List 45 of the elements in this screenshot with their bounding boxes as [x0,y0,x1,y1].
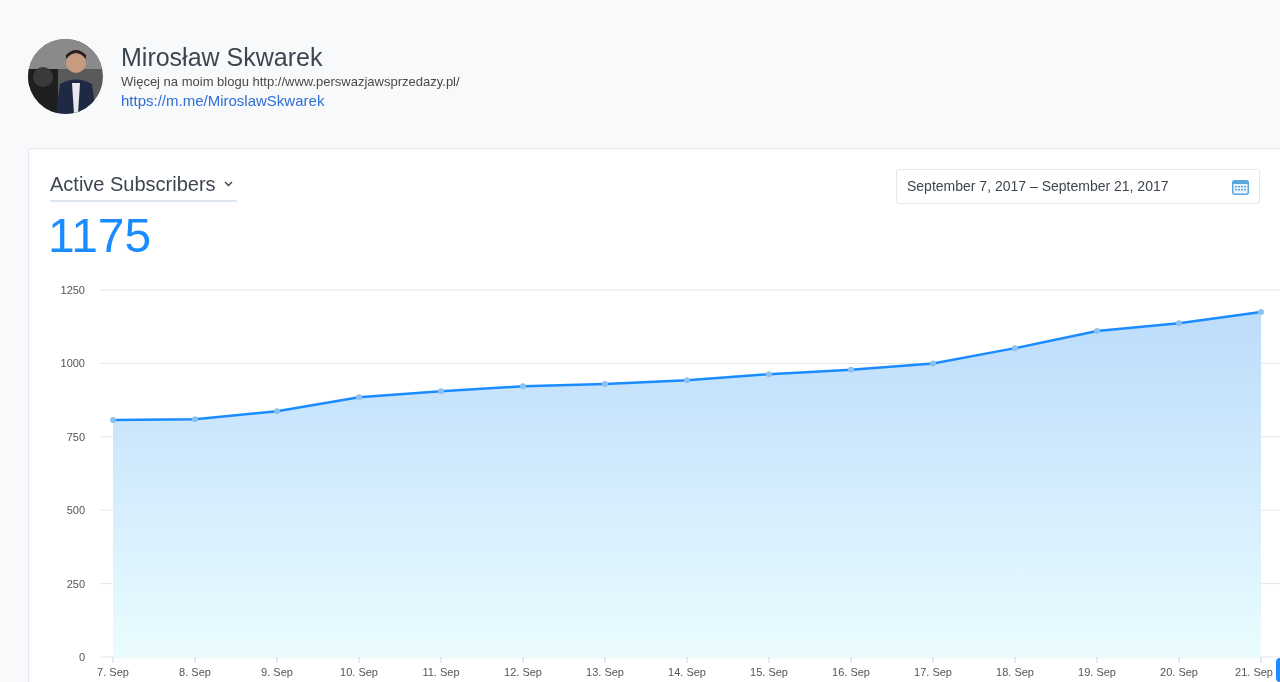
floating-button[interactable] [1276,658,1280,682]
x-axis-label: 9. Sep [261,666,293,678]
x-axis-label: 7. Sep [97,666,129,678]
data-point [1258,309,1264,315]
y-axis-label: 1000 [60,357,85,370]
x-axis-label: 12. Sep [504,666,542,678]
x-axis-label: 8. Sep [179,666,211,678]
x-axis-label: 18. Sep [996,666,1034,678]
data-point [848,366,854,373]
y-axis-label: 500 [66,504,85,517]
calendar-icon [1232,178,1249,195]
x-axis-label: 14. Sep [668,666,706,678]
metric-value: 1175 [47,208,152,264]
x-axis-label: 19. Sep [1078,666,1116,678]
x-axis-label: 21. Sep [1235,666,1273,678]
x-axis-label: 16. Sep [832,666,870,678]
profile-name: Mirosław Skwarek [121,42,324,73]
data-point [192,416,198,423]
data-point [1176,320,1182,327]
chevron-down-icon [223,181,233,187]
data-point [520,383,526,390]
y-axis-label: 250 [66,577,85,590]
x-axis-label: 11. Sep [422,666,460,678]
x-axis-label: 20. Sep [1160,666,1198,678]
data-point [274,408,280,415]
data-point [930,360,936,367]
profile-description: Więcej na moim blogu http://www.perswazjawsprzedazy.pl/ [121,73,460,91]
x-axis-label: 15. Sep [750,666,788,678]
y-axis-label: 750 [66,430,85,443]
data-point [438,388,444,395]
y-axis-label: 0 [78,651,85,663]
data-point [1094,328,1100,335]
data-point [1012,345,1018,352]
data-point [766,371,772,378]
metric-dropdown[interactable]: Active Subscribers [50,169,237,202]
data-point [602,380,608,387]
x-axis-label: 10. Sep [340,666,378,678]
y-axis-label: 1250 [60,284,85,296]
data-point [684,377,690,384]
data-point [356,394,362,401]
profile-link[interactable]: https://m.me/MiroslawSkwarek [121,91,325,110]
date-range-field[interactable]: September 7, 2017 – September 21, 2017 [896,169,1260,204]
x-axis-label: 13. Sep [586,666,624,678]
x-axis-label: 17. Sep [914,666,952,678]
data-point [110,417,116,424]
